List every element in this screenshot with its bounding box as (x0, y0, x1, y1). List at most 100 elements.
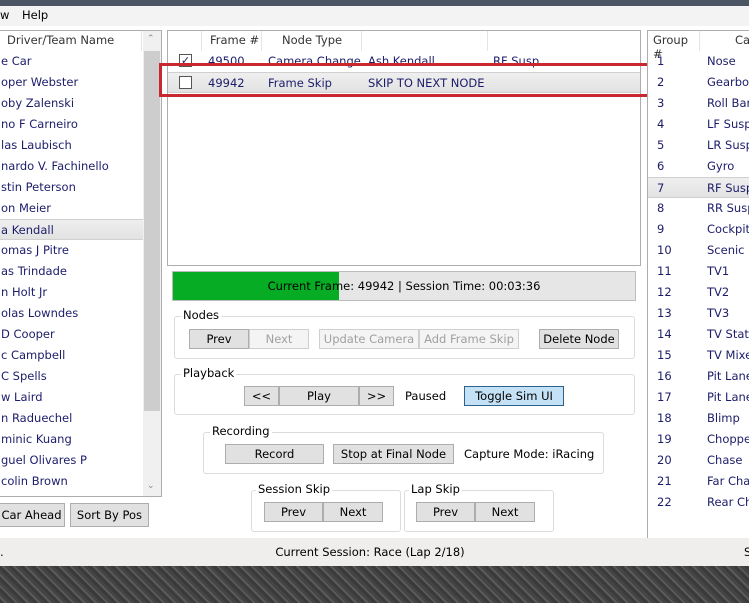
sort-by-pos-button[interactable]: Sort By Pos (70, 503, 149, 527)
camera-row[interactable]: 14 TV Static (648, 324, 749, 345)
camera-name: Pit Lane (707, 369, 749, 383)
driver-name: n Raduechel (1, 411, 73, 425)
camera-list[interactable]: Group # Car 1 Nose 2 Gearbox 3 Roll Bar 4 LF Su… (647, 30, 749, 554)
camera-row[interactable]: 7 RF Susp (648, 177, 749, 198)
driver-row[interactable]: D Cooper (0, 324, 143, 345)
menu-view[interactable]: w (0, 8, 9, 22)
type-column-header[interactable]: Node Type (262, 31, 362, 51)
delete-node-button[interactable]: Delete Node (539, 329, 619, 349)
camera-row[interactable]: 22 Rear Chase (648, 492, 749, 513)
camera-row[interactable]: 21 Far Chase (648, 471, 749, 492)
forward-button[interactable]: >> (359, 386, 394, 406)
camera-row[interactable]: 1 Nose (648, 51, 749, 72)
session-next-button[interactable]: Next (323, 502, 383, 522)
rewind-button[interactable]: << (244, 386, 279, 406)
camera-column-header[interactable] (488, 31, 640, 51)
check-column-header (168, 31, 202, 51)
driver-row[interactable]: minic Kuang (0, 429, 143, 450)
session-prev-button[interactable]: Prev (264, 502, 323, 522)
scroll-thumb[interactable] (144, 51, 160, 411)
driver-row[interactable]: a Kendall (0, 219, 143, 240)
driver-list[interactable]: Driver/Team Name ⌃ ⌄ e Car oper Webster ob… (0, 30, 162, 497)
camera-row[interactable]: 10 Scenic (648, 240, 749, 261)
driver-row[interactable]: w Laird (0, 387, 143, 408)
driver-row[interactable]: nardo V. Fachinello (0, 156, 143, 177)
driver-row[interactable]: omas J Pitre (0, 240, 143, 261)
camera-row[interactable]: 20 Chase (648, 450, 749, 471)
toggle-sim-ui-button[interactable]: Toggle Sim UI (464, 386, 564, 406)
driver-row[interactable]: e Car (0, 51, 143, 72)
update-camera-button[interactable]: Update Camera (319, 329, 419, 349)
driver-row[interactable]: n Raduechel (0, 408, 143, 429)
driver-row[interactable]: as Trindade (0, 261, 143, 282)
session-skip-label: Session Skip (256, 482, 332, 496)
camera-name: Pit Lane 2 (707, 390, 749, 404)
driver-row[interactable]: las Laubisch (0, 135, 143, 156)
camera-row[interactable]: 3 Roll Bar (648, 93, 749, 114)
play-button[interactable]: Play (279, 386, 359, 406)
driver-row[interactable]: oper Webster (0, 72, 143, 93)
car-column-header[interactable]: Car (700, 31, 749, 51)
driver-name: no F Carneiro (1, 117, 78, 131)
driver-row[interactable]: colin Brown (0, 471, 143, 492)
driver-row[interactable]: olas Lowndes (0, 303, 143, 324)
frame-column-header[interactable]: Frame # (202, 31, 262, 51)
driver-scrollbar[interactable]: ⌃ ⌄ (143, 31, 161, 496)
camera-row[interactable]: 9 Cockpit (648, 219, 749, 240)
camera-row[interactable]: 4 LF Susp (648, 114, 749, 135)
group-column-header[interactable]: Group # (648, 31, 700, 61)
driver-row[interactable]: stin Peterson (0, 177, 143, 198)
driver-column-header[interactable]: Driver/Team Name (0, 31, 142, 51)
camera-row[interactable]: 5 LR Susp (648, 135, 749, 156)
lap-next-button[interactable]: Next (475, 502, 535, 522)
camera-name: Blimp (707, 411, 740, 425)
camera-group-number: 9 (657, 222, 665, 236)
scroll-down-icon[interactable]: ⌄ (147, 481, 155, 491)
camera-row[interactable]: 16 Pit Lane (648, 366, 749, 387)
driver-row[interactable]: on Meier (0, 198, 143, 219)
camera-row[interactable]: 6 Gyro (648, 156, 749, 177)
driver-name: e Car (1, 54, 32, 68)
camera-name: Gearbox (707, 75, 749, 89)
driver-row[interactable]: n Holt Jr (0, 282, 143, 303)
camera-name: Rear Chase (707, 495, 749, 509)
record-button[interactable]: Record (225, 444, 324, 464)
camera-name: TV Mixed (707, 348, 749, 362)
target-column-header[interactable] (362, 31, 488, 51)
driver-name: colin Brown (1, 474, 68, 488)
camera-row[interactable]: 17 Pit Lane 2 (648, 387, 749, 408)
next-node-button[interactable]: Next (249, 329, 309, 349)
camera-name: LF Susp (707, 117, 749, 131)
driver-row[interactable]: oby Zalenski (0, 93, 143, 114)
camera-row[interactable]: 13 TV3 (648, 303, 749, 324)
highlight-box (159, 63, 655, 97)
driver-row[interactable]: c Campbell (0, 345, 143, 366)
prev-node-button[interactable]: Prev (189, 329, 249, 349)
menu-help[interactable]: Help (22, 8, 48, 22)
camera-group-number: 11 (657, 264, 672, 278)
camera-row[interactable]: 18 Blimp (648, 408, 749, 429)
camera-group-number: 18 (657, 411, 672, 425)
camera-group-number: 21 (657, 474, 672, 488)
scroll-up-icon[interactable]: ⌃ (147, 34, 155, 44)
camera-row[interactable]: 12 TV2 (648, 282, 749, 303)
stop-at-final-node-button[interactable]: Stop at Final Node (333, 444, 454, 464)
camera-group-number: 12 (657, 285, 672, 299)
driver-name: minic Kuang (1, 432, 72, 446)
driver-name: on Meier (1, 201, 51, 215)
driver-row[interactable]: C Spells (0, 366, 143, 387)
camera-row[interactable]: 19 Chopper (648, 429, 749, 450)
lap-prev-button[interactable]: Prev (416, 502, 475, 522)
menu-bar: w Help (0, 6, 749, 26)
driver-row[interactable]: guel Olivares P (0, 450, 143, 471)
driver-row[interactable]: no F Carneiro (0, 114, 143, 135)
camera-name: Gyro (707, 159, 735, 173)
camera-row[interactable]: 8 RR Susp (648, 198, 749, 219)
camera-group-number: 7 (657, 181, 665, 195)
camera-row[interactable]: 2 Gearbox (648, 72, 749, 93)
add-frame-skip-button[interactable]: Add Frame Skip (419, 329, 519, 349)
camera-row[interactable]: 15 TV Mixed (648, 345, 749, 366)
driver-name: n Holt Jr (1, 285, 48, 299)
camera-row[interactable]: 11 TV1 (648, 261, 749, 282)
car-ahead-button[interactable]: Car Ahead (0, 503, 65, 527)
